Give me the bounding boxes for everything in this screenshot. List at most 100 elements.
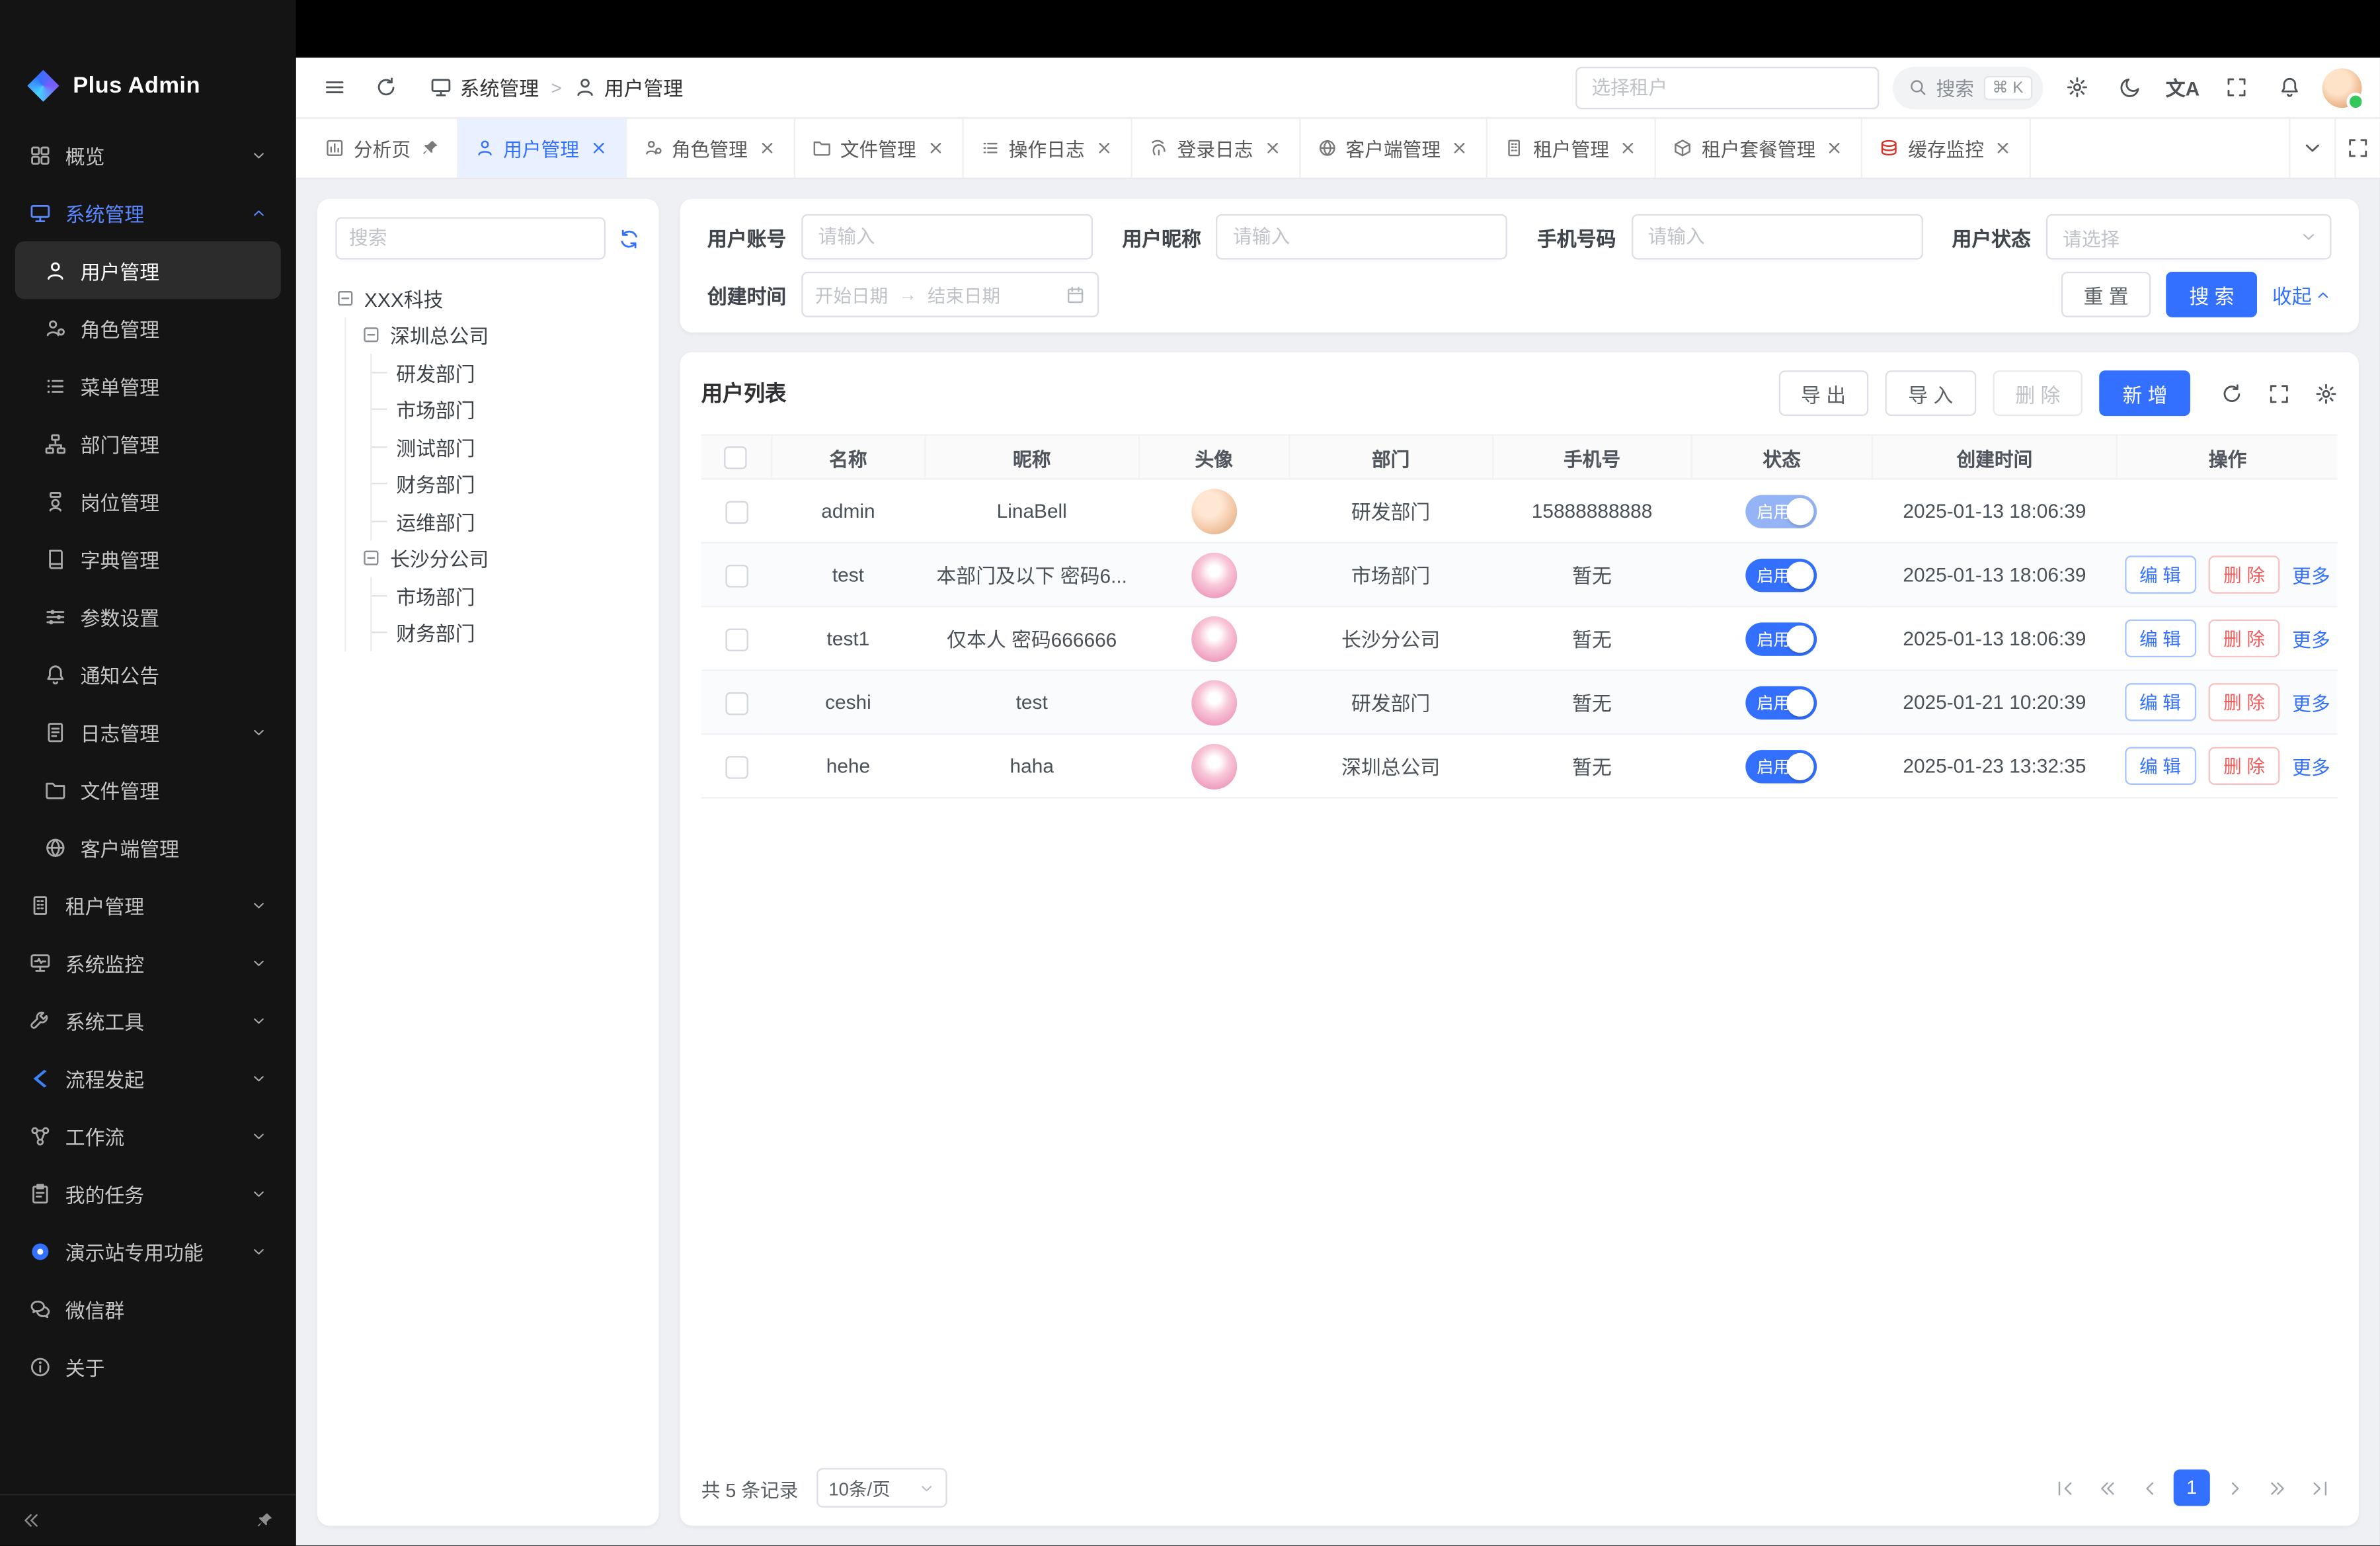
refresh-table-icon[interactable] [2221, 382, 2243, 404]
close-tab-icon[interactable] [925, 138, 945, 158]
tree-refresh-icon[interactable] [617, 227, 640, 249]
tab-file-mgmt[interactable]: 文件管理 [795, 118, 963, 178]
page-number-current[interactable]: 1 [2174, 1469, 2210, 1506]
sidebar-collapse-icon[interactable] [21, 1510, 41, 1530]
table-row[interactable]: test1仅本人 密码666666长沙分公司暂无启用2025-01-13 18:… [701, 606, 2338, 670]
table-row[interactable]: test本部门及以下 密码6...市场部门暂无启用2025-01-13 18:0… [701, 543, 2338, 606]
fullscreen-button[interactable] [2216, 67, 2256, 107]
breadcrumb-item-system[interactable]: 系统管理 [430, 73, 539, 102]
sidebar-item-log-mgmt[interactable]: 日志管理 [15, 703, 281, 760]
status-switch[interactable]: 启用 [1746, 558, 1817, 592]
status-switch[interactable]: 启用 [1746, 749, 1817, 783]
page-next-button[interactable] [2216, 1469, 2252, 1506]
tree-node[interactable]: 财务部门 [387, 614, 640, 651]
more-link[interactable]: 更多 [2292, 751, 2330, 780]
tab-cache-monitor[interactable]: 缓存监控 [1862, 118, 2031, 178]
tab-user-mgmt[interactable]: 用户管理 [457, 118, 626, 178]
more-link[interactable]: 更多 [2292, 688, 2330, 717]
row-checkbox[interactable] [725, 501, 748, 523]
close-tab-icon[interactable] [1618, 138, 1638, 158]
account-input[interactable] [801, 214, 1093, 260]
sidebar-item-wechat-group[interactable]: 微信群 [15, 1280, 281, 1337]
add-button[interactable]: 新 增 [2100, 370, 2190, 416]
close-tab-icon[interactable] [1262, 138, 1282, 158]
page-back5-button[interactable] [2088, 1469, 2125, 1506]
sidebar-item-notice[interactable]: 通知公告 [15, 645, 281, 703]
edit-button[interactable]: 编 辑 [2124, 747, 2196, 785]
sidebar-pin-icon[interactable] [255, 1510, 275, 1530]
page-first-button[interactable] [2046, 1469, 2082, 1506]
status-switch[interactable]: 启用 [1746, 494, 1817, 528]
page-last-button[interactable] [2301, 1469, 2338, 1506]
sidebar-item-user-mgmt[interactable]: 用户管理 [15, 241, 281, 299]
sidebar-item-menu-mgmt[interactable]: 菜单管理 [15, 357, 281, 415]
tab-tenant-mgmt[interactable]: 租户管理 [1488, 118, 1656, 178]
sidebar-item-system[interactable]: 系统管理 [15, 184, 281, 241]
row-checkbox[interactable] [725, 564, 748, 587]
user-status-select[interactable]: 请选择 [2046, 214, 2332, 260]
collapse-node-icon[interactable] [335, 288, 355, 308]
sidebar-item-dept-mgmt[interactable]: 部门管理 [15, 415, 281, 472]
delete-button[interactable]: 删 除 [2208, 620, 2280, 657]
row-checkbox[interactable] [725, 692, 748, 714]
content-fullscreen-button[interactable] [2334, 118, 2380, 178]
tab-login-log[interactable]: 登录日志 [1132, 118, 1300, 178]
tree-node[interactable]: 财务部门 [387, 466, 640, 503]
delete-button[interactable]: 删 除 [2208, 747, 2280, 785]
status-switch[interactable]: 启用 [1746, 622, 1817, 655]
close-tab-icon[interactable] [1993, 138, 2013, 158]
tree-node[interactable]: 市场部门 [387, 391, 640, 428]
column-settings-icon[interactable] [2315, 382, 2337, 404]
tab-client-mgmt[interactable]: 客户端管理 [1300, 118, 1488, 178]
refresh-page-button[interactable] [366, 67, 405, 107]
sidebar-item-my-tasks[interactable]: 我的任务 [15, 1164, 281, 1222]
sidebar-item-sys-tools[interactable]: 系统工具 [15, 991, 281, 1049]
edit-button[interactable]: 编 辑 [2124, 620, 2196, 657]
phone-input[interactable] [1631, 214, 1923, 260]
global-search[interactable]: 搜索 ⌘ K [1892, 66, 2043, 108]
close-tab-icon[interactable] [1450, 138, 1470, 158]
nickname-input[interactable] [1216, 214, 1508, 260]
settings-button[interactable] [2057, 67, 2096, 107]
table-row[interactable]: hehehaha深圳总公司暂无启用2025-01-23 13:32:35编 辑删… [701, 734, 2338, 797]
edit-button[interactable]: 编 辑 [2124, 555, 2196, 593]
collapse-node-icon[interactable] [361, 325, 381, 345]
tree-node[interactable]: 运维部门 [387, 503, 640, 540]
sidebar-item-tenant-mgmt[interactable]: 租户管理 [15, 876, 281, 934]
sidebar-item-about[interactable]: 关于 [15, 1338, 281, 1395]
close-tab-icon[interactable] [757, 138, 777, 158]
tab-tenant-package-mgmt[interactable]: 租户套餐管理 [1656, 118, 1862, 178]
table-fullscreen-icon[interactable] [2268, 382, 2290, 404]
collapse-node-icon[interactable] [361, 548, 381, 568]
more-link[interactable]: 更多 [2292, 560, 2330, 589]
tree-search-input[interactable] [335, 217, 606, 259]
page-prev-button[interactable] [2131, 1469, 2167, 1506]
menu-toggle-button[interactable] [314, 67, 354, 107]
collapse-filter-link[interactable]: 收起 [2272, 280, 2332, 309]
sidebar-item-sys-monitor[interactable]: 系统监控 [15, 934, 281, 991]
tab-role-mgmt[interactable]: 角色管理 [626, 118, 795, 178]
sidebar-item-post-mgmt[interactable]: 岗位管理 [15, 472, 281, 530]
close-tab-icon[interactable] [1093, 138, 1113, 158]
edit-button[interactable]: 编 辑 [2124, 683, 2196, 721]
sidebar-item-demo-features[interactable]: 演示站专用功能 [15, 1222, 281, 1280]
notifications-button[interactable] [2269, 67, 2309, 107]
language-button[interactable]: 文A [2163, 67, 2203, 107]
page-size-select[interactable]: 10条/页 [816, 1468, 947, 1508]
app-logo[interactable]: Plus Admin [0, 0, 296, 117]
tree-node[interactable]: 测试部门 [387, 428, 640, 465]
select-all-checkbox[interactable] [725, 446, 747, 468]
sidebar-item-role-mgmt[interactable]: 角色管理 [15, 299, 281, 356]
tree-node[interactable]: 市场部门 [387, 577, 640, 614]
export-button[interactable]: 导 出 [1778, 370, 1869, 416]
close-tab-icon[interactable] [588, 138, 608, 158]
pin-icon[interactable] [420, 138, 440, 158]
tab-op-log[interactable]: 操作日志 [963, 118, 1132, 178]
row-checkbox[interactable] [725, 755, 748, 778]
sidebar-item-file-mgmt[interactable]: 文件管理 [15, 760, 281, 818]
delete-button[interactable]: 删 除 [1993, 370, 2083, 416]
tab-analysis[interactable]: 分析页 [308, 118, 457, 178]
tree-node[interactable]: 研发部门 [387, 354, 640, 391]
tabs-dropdown-button[interactable] [2289, 118, 2334, 178]
table-row[interactable]: ceshitest研发部门暂无启用2025-01-21 10:20:39编 辑删… [701, 671, 2338, 734]
